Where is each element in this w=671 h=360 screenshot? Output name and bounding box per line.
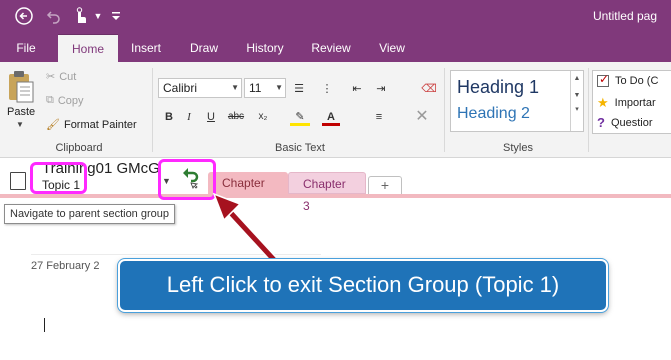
font-color-icon[interactable]: A — [322, 108, 340, 126]
tab-home[interactable]: Home — [58, 34, 118, 62]
format-painter-button[interactable]: 🖌 Format Painter — [46, 118, 137, 132]
strikethrough-button[interactable]: abc — [224, 108, 248, 126]
bullets-icon[interactable]: ☰ — [290, 80, 308, 98]
star-icon: ★ — [597, 95, 609, 110]
decrease-indent-icon[interactable]: ⇤ — [348, 80, 366, 98]
notebook-icon[interactable] — [10, 172, 26, 190]
copy-icon: ⧉ — [46, 94, 54, 106]
undo-icon[interactable] — [44, 6, 64, 26]
tag-question-label: Questior — [610, 116, 653, 129]
group-divider — [588, 68, 589, 152]
title-bar: ▼ Untitled pag — [0, 0, 671, 34]
chevron-down-icon[interactable]: ▼ — [571, 92, 583, 99]
styles-gallery[interactable]: Heading 1 Heading 2 ▲ ▼ ▾ — [450, 70, 584, 132]
numbering-icon[interactable]: ⋮ — [318, 80, 336, 98]
italic-button[interactable]: I — [180, 108, 198, 126]
section-tab-chapter-4[interactable]: Chapter 4 — [208, 172, 288, 212]
styles-group-label: Styles — [503, 142, 533, 154]
chevron-down-icon: ▼ — [275, 83, 283, 92]
touch-dropdown-icon[interactable]: ▼ — [88, 6, 108, 26]
ribbon-tabs: File Home Insert Draw History Review Vie… — [0, 34, 671, 62]
tag-todo-label: To Do (C — [615, 75, 659, 87]
back-icon[interactable] — [14, 6, 34, 26]
style-heading-1[interactable]: Heading 1 — [457, 77, 539, 98]
font-name-combo[interactable]: Calibri ▼ — [158, 78, 242, 98]
format-painter-label: Format Painter — [63, 118, 137, 131]
tag-question[interactable]: ? Questior — [597, 115, 653, 130]
paintbrush-icon: 🖌 — [46, 119, 60, 131]
copy-button[interactable]: ⧉ Copy — [46, 94, 84, 107]
align-icon[interactable]: ≡ — [370, 108, 388, 126]
text-caret — [44, 318, 45, 332]
touch-mode-icon[interactable] — [70, 6, 90, 26]
clear-formatting-icon[interactable]: ⌫ — [420, 80, 438, 98]
font-name-value: Calibri — [163, 81, 198, 95]
question-icon: ? — [597, 115, 605, 130]
delete-icon[interactable]: ✕ — [412, 108, 432, 126]
tooltip: Navigate to parent section group — [4, 204, 175, 224]
font-size-combo[interactable]: 11 ▼ — [244, 78, 286, 98]
cut-label: Cut — [59, 70, 77, 83]
checkbox-icon: ✓ — [597, 72, 610, 87]
more-icon[interactable]: ▾ — [571, 105, 583, 113]
tab-file[interactable]: File — [8, 34, 44, 62]
tab-insert[interactable]: Insert — [124, 34, 168, 62]
bold-button[interactable]: B — [160, 108, 178, 126]
paste-icon — [9, 71, 34, 103]
tab-history[interactable]: History — [240, 34, 290, 62]
ribbon: Paste ▼ ✂ Cut ⧉ Copy 🖌 Format Painter Clipb… — [0, 62, 671, 158]
chevron-down-icon: ▼ — [231, 83, 239, 92]
clipboard-group-label: Clipboard — [55, 142, 103, 154]
cut-button[interactable]: ✂ Cut — [46, 70, 77, 84]
page-date: 27 February 2 — [31, 260, 100, 272]
page-title-rule — [31, 254, 321, 255]
paste-dropdown-icon: ▼ — [16, 120, 24, 129]
scissors-icon: ✂ — [46, 71, 56, 83]
group-divider — [444, 68, 445, 152]
tag-todo[interactable]: ✓ To Do (C — [597, 72, 659, 87]
add-section-button[interactable]: + — [368, 176, 402, 194]
chevron-up-icon[interactable]: ▲ — [571, 75, 583, 82]
copy-label: Copy — [57, 94, 84, 107]
group-divider — [152, 68, 153, 152]
tag-important[interactable]: ★ Importar — [597, 95, 656, 111]
tab-view[interactable]: View — [372, 34, 412, 62]
paste-label: Paste — [7, 106, 36, 118]
tab-draw[interactable]: Draw — [184, 34, 224, 62]
increase-indent-icon[interactable]: ⇥ — [372, 80, 390, 98]
customize-qat-icon[interactable] — [106, 6, 126, 26]
window-title: Untitled pag — [592, 9, 657, 23]
highlight-topic — [30, 162, 87, 194]
highlight-navigate-button — [158, 159, 216, 200]
tab-review[interactable]: Review — [306, 34, 356, 62]
underline-button[interactable]: U — [202, 108, 220, 126]
tags-gallery[interactable]: ✓ To Do (C ★ Importar ? Questior — [592, 70, 671, 134]
font-size-value: 11 — [249, 81, 262, 95]
subscript-button[interactable]: x₂ — [252, 108, 274, 126]
highlight-color-icon[interactable]: ✎ — [290, 108, 310, 126]
instruction-callout: Left Click to exit Section Group (Topic … — [118, 259, 608, 312]
style-heading-2[interactable]: Heading 2 — [457, 105, 530, 123]
styles-scroll[interactable]: ▲ ▼ ▾ — [570, 71, 583, 131]
tag-important-label: Importar — [614, 97, 656, 109]
section-tab-chapter-3[interactable]: Chapter 3 — [288, 172, 366, 213]
basic-text-group-label: Basic Text — [275, 142, 325, 154]
